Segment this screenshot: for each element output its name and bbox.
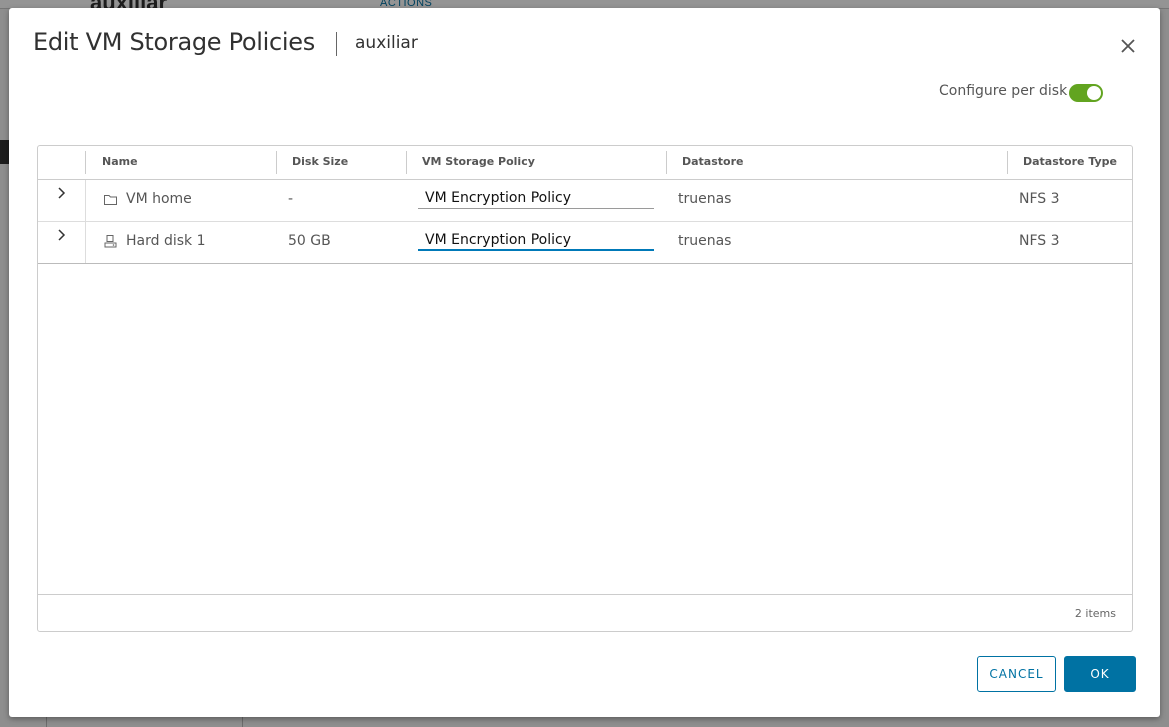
edit-storage-policies-dialog: Edit VM Storage Policies auxiliar Config…	[9, 8, 1160, 717]
row-name: Hard disk 1	[126, 233, 206, 249]
column-separator	[85, 151, 86, 174]
dialog-subtitle: auxiliar	[355, 33, 418, 53]
row-separator	[85, 222, 86, 263]
row-disk-size: -	[288, 191, 294, 207]
folder-icon	[103, 192, 118, 207]
dialog-title: Edit VM Storage Policies	[33, 28, 315, 56]
column-header-datastore-type[interactable]: Datastore Type	[1023, 146, 1117, 179]
row-disk-size: 50 GB	[288, 233, 331, 249]
grid-footer: 2 items	[38, 594, 1132, 632]
storage-policy-select[interactable]: VM Encryption Policy	[418, 230, 654, 251]
row-datastore-type: NFS 3	[1019, 191, 1060, 207]
column-separator[interactable]	[406, 151, 407, 174]
cancel-button[interactable]: CANCEL	[977, 656, 1056, 692]
close-icon[interactable]	[1118, 36, 1138, 56]
column-header-disk-size[interactable]: Disk Size	[292, 146, 348, 179]
column-separator[interactable]	[666, 151, 667, 174]
hard-disk-icon	[103, 234, 118, 249]
grid-header: Name Disk Size VM Storage Policy Datasto…	[38, 146, 1132, 180]
items-count: 2 items	[1074, 607, 1116, 620]
configure-per-disk-label: Configure per disk	[939, 83, 1068, 99]
column-header-datastore[interactable]: Datastore	[682, 146, 743, 179]
chevron-right-icon[interactable]	[54, 185, 70, 201]
row-name: VM home	[126, 191, 192, 207]
chevron-right-icon[interactable]	[54, 227, 70, 243]
column-separator[interactable]	[276, 151, 277, 174]
toggle-knob	[1087, 86, 1101, 100]
title-divider	[336, 32, 337, 56]
table-row: VM home - VM Encryption Policy truenas N…	[38, 180, 1132, 222]
row-separator	[85, 180, 86, 221]
ok-button[interactable]: OK	[1064, 656, 1136, 692]
storage-policy-select[interactable]: VM Encryption Policy	[418, 188, 654, 209]
column-header-name[interactable]: Name	[102, 146, 138, 179]
storage-policy-grid: Name Disk Size VM Storage Policy Datasto…	[37, 145, 1133, 632]
row-datastore-type: NFS 3	[1019, 233, 1060, 249]
row-datastore: truenas	[678, 191, 732, 207]
column-header-vm-storage-policy[interactable]: VM Storage Policy	[422, 146, 535, 179]
configure-per-disk-toggle[interactable]	[1069, 84, 1103, 102]
table-row: Hard disk 1 50 GB VM Encryption Policy t…	[38, 222, 1132, 264]
row-datastore: truenas	[678, 233, 732, 249]
column-separator[interactable]	[1007, 151, 1008, 174]
